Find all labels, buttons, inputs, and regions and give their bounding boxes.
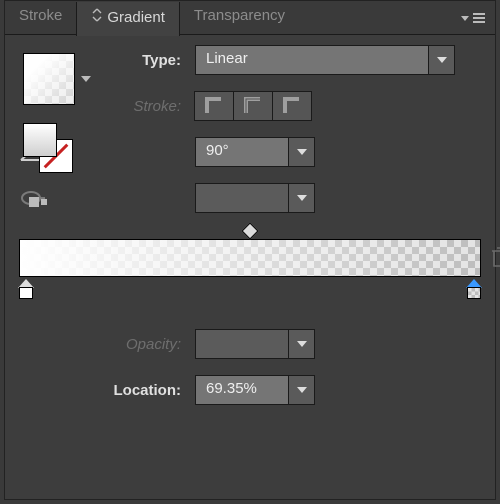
reverse-gradient-button[interactable]	[23, 191, 53, 213]
chevron-down-icon	[461, 16, 469, 21]
gradient-midpoint-handle[interactable]	[242, 223, 259, 240]
stroke-within-button[interactable]	[194, 91, 234, 121]
gradient-ramp[interactable]	[19, 239, 481, 277]
aspect-value	[196, 184, 288, 212]
chevron-down-icon	[288, 184, 314, 212]
gradient-ramp-area	[19, 239, 481, 277]
opacity-label: Opacity:	[15, 336, 195, 353]
panel-menu-button[interactable]	[451, 1, 495, 34]
chevron-down-icon	[288, 138, 314, 166]
chevron-down-icon	[428, 46, 454, 74]
angle-select[interactable]: 90°	[195, 137, 315, 167]
stroke-along-button[interactable]	[233, 91, 273, 121]
location-select[interactable]: 69.35%	[195, 375, 315, 405]
tab-gradient-label: Gradient	[107, 9, 165, 26]
opacity-value	[196, 330, 288, 358]
gradient-stop-right[interactable]	[466, 279, 482, 299]
gradient-stop-left[interactable]	[18, 279, 34, 299]
gradient-preview-swatch[interactable]	[23, 53, 75, 105]
type-select[interactable]: Linear	[195, 45, 455, 75]
fill-swatch[interactable]	[23, 123, 57, 157]
type-value: Linear	[196, 46, 428, 74]
stroke-across-button[interactable]	[272, 91, 312, 121]
opacity-select[interactable]	[195, 329, 315, 359]
fill-stroke-switcher[interactable]	[23, 123, 73, 173]
link-icon	[91, 8, 103, 26]
location-value: 69.35%	[196, 376, 288, 404]
swatches-column	[23, 53, 91, 213]
gradient-panel: Stroke Gradient Transparency	[4, 0, 496, 500]
tab-stroke[interactable]: Stroke	[5, 1, 76, 34]
aspect-select[interactable]	[195, 183, 315, 213]
chevron-down-icon	[288, 330, 314, 358]
gradient-presets-dropdown[interactable]	[81, 76, 91, 82]
angle-value: 90°	[196, 138, 288, 166]
stroke-gradient-type	[195, 91, 312, 121]
panel-tabbar: Stroke Gradient Transparency	[5, 1, 495, 35]
delete-stop-button[interactable]	[489, 245, 500, 269]
hamburger-icon	[473, 17, 485, 19]
tab-gradient[interactable]: Gradient	[76, 2, 180, 36]
tab-transparency[interactable]: Transparency	[180, 1, 299, 34]
location-label: Location:	[15, 382, 195, 399]
chevron-down-icon	[288, 376, 314, 404]
